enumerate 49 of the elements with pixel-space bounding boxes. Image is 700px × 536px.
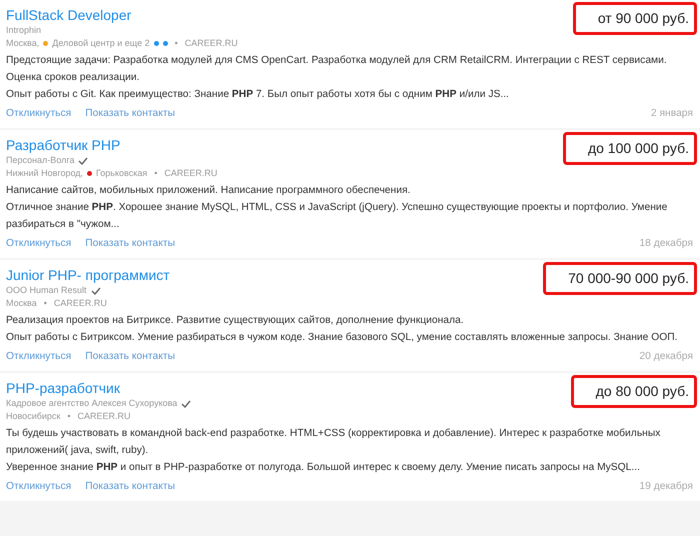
salary: до 100 000 руб. <box>562 132 697 165</box>
description-text: Отличное знание PHP. Хорошее знание MySQL, HTML, CSS и JavaScript (jQuery). Успешно существующие проекты и портфолио. Умение разбираться в "чужом... <box>6 201 668 232</box>
checkmark-icon <box>90 286 101 294</box>
separator-dot: • <box>174 37 178 50</box>
salary: 70 000-90 000 руб. <box>543 262 697 295</box>
description-text: Уверенное знание PHP и опыт в PHP-разработке от полугода. Большой интерес к своему делу. Умение писать запросы на MySQL... <box>6 461 641 475</box>
city-label: Новосибирск <box>6 410 60 423</box>
city-label: Москва, <box>6 37 40 50</box>
action-link[interactable]: Показать контакты <box>85 478 175 495</box>
separator-dot: • <box>154 167 158 180</box>
city-label: Нижний Новгород, <box>6 167 84 180</box>
vacancy-title[interactable]: FullStack Developer <box>6 6 238 24</box>
company-name: Персонал-Волга <box>6 154 74 167</box>
salary: до 80 000 руб. <box>570 375 697 408</box>
vacancy-title[interactable]: Разработчик PHP <box>6 136 218 154</box>
description-text: Написание сайтов, мобильных приложений. Написание программного обеспечения. <box>6 184 412 198</box>
checkmark-icon <box>78 156 88 164</box>
action-link[interactable]: Откликнуться <box>6 348 72 365</box>
checkmark-icon <box>181 400 192 408</box>
vacancy-title[interactable]: Junior PHP- программист <box>6 266 170 284</box>
description-text: Опыт работы с Git. Как преимущество: Знание PHP 7. Был опыт работы хотя бы с одним PHP и/или JS... <box>6 88 510 102</box>
post-date: 19 декабря <box>639 480 693 494</box>
description-text: Опыт работы с Битриксом. Умение разбираться в чужом коде. Знание базового SQL, умение составлять вложенные запросы. Знание ООП. <box>6 331 679 345</box>
action-link[interactable]: Откликнуться <box>6 105 72 122</box>
post-date: 18 декабря <box>639 237 693 251</box>
source-label: CAREER.RU <box>54 297 107 310</box>
source-label: CAREER.RU <box>164 167 218 180</box>
description-text: Реализация проектов на Битриксе. Развитие существующих сайтов, дополнение функционала. <box>6 314 465 328</box>
company-name: ООО Human Result <box>6 284 87 297</box>
metro-station: Деловой центр и еще 2 <box>52 37 150 50</box>
metro-station: Горьковская <box>96 167 148 180</box>
vacancy-title[interactable]: PHP-разработчик <box>6 379 192 397</box>
salary: от 90 000 руб. <box>572 2 697 35</box>
company-name: Кадровое агентство Алексея Сухорукова <box>6 397 178 410</box>
action-link[interactable]: Показать контакты <box>85 235 175 252</box>
city-label: Москва <box>6 297 37 310</box>
separator-dot: • <box>44 297 47 310</box>
description-text: Ты будешь участвовать в командной back-end разработке. HTML+CSS (корректировка и добавление). Интерес к разработке мобильных приложений( java, swift, ruby). <box>6 427 662 458</box>
action-link[interactable]: Откликнуться <box>6 235 72 252</box>
description-text: Предстоящие задачи: Разработка модулей для CMS OpenCart. Разработка модулей для CRM RetailCRM. Интеграции с REST сервисами. Оценка сроков реализации. <box>6 54 668 85</box>
source-label: CAREER.RU <box>78 410 131 423</box>
action-link[interactable]: Показать контакты <box>85 348 175 365</box>
post-date: 2 января <box>650 107 693 121</box>
source-label: CAREER.RU <box>184 37 238 50</box>
company-name: Introphin <box>6 24 42 37</box>
action-link[interactable]: Показать контакты <box>85 105 175 122</box>
post-date: 20 декабря <box>639 350 693 364</box>
separator-dot: • <box>67 410 70 423</box>
action-link[interactable]: Откликнуться <box>6 478 72 495</box>
